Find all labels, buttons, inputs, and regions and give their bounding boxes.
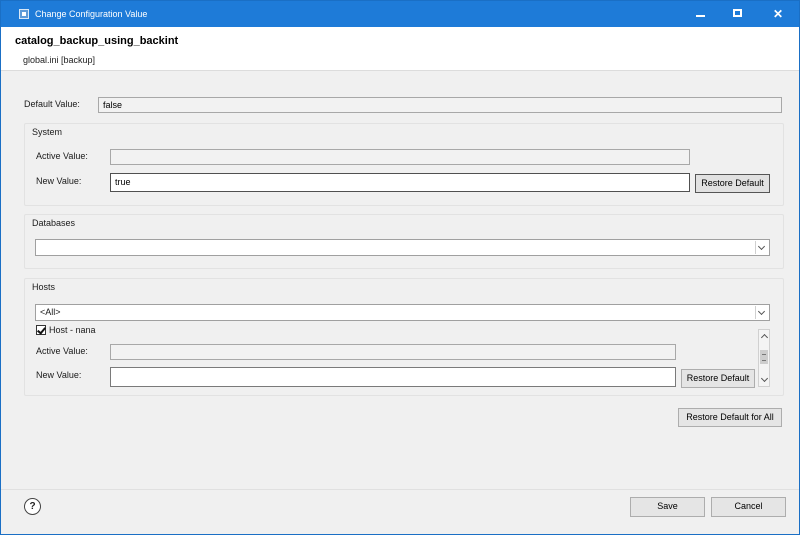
maximize-button[interactable] (719, 1, 757, 27)
minimize-button[interactable] (681, 1, 719, 27)
scroll-thumb[interactable] (760, 350, 768, 364)
host-active-value-field (110, 344, 676, 360)
maximize-icon (733, 9, 742, 17)
parameter-location: global.ini [backup] (23, 55, 96, 65)
hosts-scrollbar[interactable] (758, 329, 770, 387)
system-active-value-label: Active Value: (36, 151, 88, 161)
scroll-up-icon[interactable] (759, 331, 769, 342)
title-bar: Change Configuration Value ✕ (1, 1, 799, 27)
host-label: Host - nana (49, 325, 96, 335)
host-new-value-input[interactable] (110, 367, 676, 387)
close-button[interactable]: ✕ (757, 1, 799, 27)
save-button[interactable]: Save (630, 497, 705, 517)
window-title: Change Configuration Value (35, 9, 148, 19)
dialog-header: catalog_backup_using_backint global.ini … (1, 27, 799, 71)
chevron-down-icon (755, 241, 768, 254)
chevron-down-icon (755, 306, 768, 319)
cancel-button[interactable]: Cancel (711, 497, 786, 517)
help-icon[interactable]: ? (24, 498, 41, 515)
minimize-icon (696, 15, 705, 17)
scroll-down-icon[interactable] (759, 374, 769, 385)
default-value-field: false (98, 97, 782, 113)
system-restore-default-button[interactable]: Restore Default (695, 174, 770, 193)
host-active-value-label: Active Value: (36, 346, 88, 356)
host-restore-default-button[interactable]: Restore Default (681, 369, 755, 388)
system-new-value-input[interactable]: true (110, 173, 690, 192)
restore-default-for-all-button[interactable]: Restore Default for All (678, 408, 782, 427)
system-group-title: System (32, 127, 63, 137)
change-config-dialog: Change Configuration Value ✕ catalog_bac… (0, 0, 800, 535)
footer-separator (1, 489, 799, 490)
default-value-label: Default Value: (24, 99, 80, 109)
close-icon: ✕ (772, 7, 784, 21)
parameter-name: catalog_backup_using_backint (15, 35, 179, 47)
system-new-value-label: New Value: (36, 176, 82, 186)
host-new-value-label: New Value: (36, 370, 82, 380)
host-checkbox[interactable] (36, 325, 46, 335)
hosts-dropdown[interactable]: <All> (35, 304, 770, 321)
databases-dropdown[interactable] (35, 239, 770, 256)
system-active-value-field (110, 149, 690, 165)
hosts-selected: <All> (40, 307, 61, 317)
hosts-group-title: Hosts (32, 282, 56, 292)
databases-group-title: Databases (32, 218, 76, 228)
app-icon (19, 9, 29, 19)
